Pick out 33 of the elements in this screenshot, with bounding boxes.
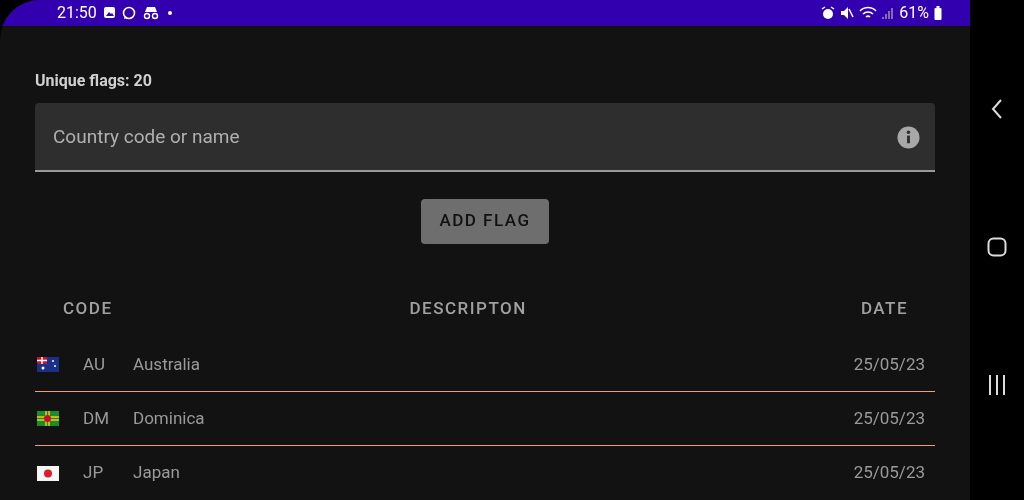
alarm-icon — [821, 5, 836, 20]
country-code: JP — [83, 461, 105, 485]
home-icon[interactable] — [987, 237, 1007, 257]
column-header: DESCRIPTON — [409, 296, 527, 320]
image-icon — [102, 6, 116, 20]
flag-icon — [37, 465, 59, 481]
status-time: 21:50 — [57, 1, 97, 24]
flag-icon — [37, 357, 59, 372]
date-text: 25/05/23 — [853, 461, 925, 485]
dot-icon — [165, 8, 174, 17]
wifi-icon — [859, 5, 878, 20]
unique-flags-count: Unique flags: 20 — [35, 69, 153, 92]
column-header: DATE — [860, 296, 908, 320]
add-flag-button[interactable]: ADD FLAG — [421, 198, 549, 244]
column-header: CODE — [63, 296, 113, 320]
date-text: 25/05/23 — [853, 352, 925, 376]
country-name: Japan — [133, 461, 180, 485]
battery-percentage: 61% — [899, 1, 929, 24]
recents-icon[interactable] — [987, 375, 1007, 395]
search-field[interactable]: Country code or name — [35, 102, 935, 172]
battery-icon — [934, 5, 942, 20]
flag-icon — [37, 411, 59, 426]
info-icon[interactable] — [897, 125, 920, 149]
country-code: DM — [83, 406, 110, 430]
mute-icon — [840, 5, 855, 20]
incognito-icon — [141, 5, 160, 20]
date-text: 25/05/23 — [853, 406, 925, 430]
country-name: Australia — [133, 352, 200, 376]
chat-icon — [121, 5, 136, 20]
country-code: AU — [83, 352, 106, 376]
signal-icon — [882, 5, 895, 20]
country-name: Dominica — [133, 406, 205, 430]
back-icon[interactable] — [990, 98, 1004, 120]
